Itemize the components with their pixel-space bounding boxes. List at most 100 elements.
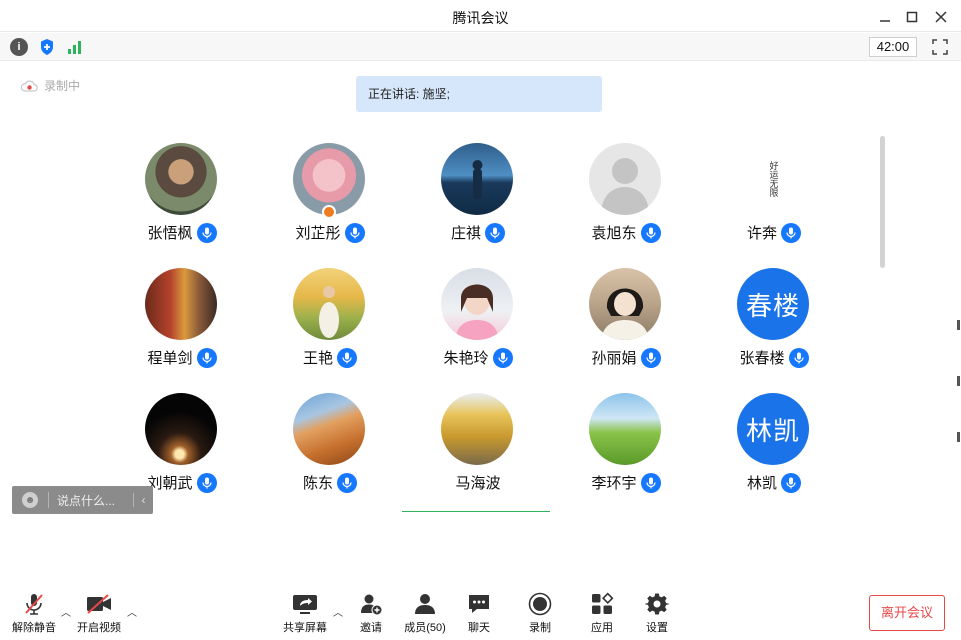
participant-avatar bbox=[145, 143, 217, 215]
participant-name: 李环宇 bbox=[591, 475, 637, 492]
settings-button[interactable]: 设置 bbox=[627, 592, 687, 636]
participant-avatar bbox=[441, 268, 513, 340]
microphone-icon bbox=[492, 347, 513, 368]
start-video-label: 开启视频 bbox=[77, 622, 121, 634]
participant-name: 许奔 bbox=[746, 225, 777, 242]
participant-tile[interactable]: 好运无限 许奔 bbox=[700, 138, 848, 258]
participant-tile[interactable]: 庄祺 bbox=[404, 138, 552, 258]
invite-user-icon bbox=[358, 592, 384, 616]
chat-placeholder: 说点什么... bbox=[57, 493, 116, 508]
window-edge-marks bbox=[957, 320, 961, 488]
participant-avatar bbox=[589, 393, 661, 465]
participant-tile[interactable]: 李环宇 bbox=[552, 388, 700, 508]
microphone-muted-icon bbox=[21, 592, 47, 616]
members-label: 成员(50) bbox=[404, 622, 446, 634]
microphone-icon bbox=[196, 222, 217, 243]
leave-meeting-button[interactable]: 离开会议 bbox=[869, 595, 945, 631]
microphone-icon bbox=[781, 222, 801, 243]
participant-name: 程单剑 bbox=[147, 350, 193, 367]
chat-button[interactable]: 聊天 bbox=[449, 592, 509, 636]
minimize-icon[interactable] bbox=[874, 6, 896, 28]
microphone-icon bbox=[337, 347, 357, 368]
participant-grid: 张悟枫 刘芷彤 庄祺 袁旭东 好运无限 许奔 程单剑 王艳 朱艳玲 孙丽娟 春楼… bbox=[108, 138, 848, 518]
info-icon[interactable]: i bbox=[10, 38, 28, 56]
participant-avatar bbox=[441, 143, 513, 215]
microphone-icon bbox=[196, 347, 217, 368]
share-screen-label: 共享屏幕 bbox=[283, 622, 327, 634]
video-off-icon bbox=[86, 592, 112, 616]
participant-scrollbar[interactable] bbox=[880, 136, 885, 268]
participant-name: 庄祺 bbox=[450, 225, 481, 242]
meeting-timer: 42:00 bbox=[869, 37, 917, 57]
participant-name: 孙丽娟 bbox=[591, 350, 637, 367]
microphone-icon bbox=[640, 347, 661, 368]
participant-name: 刘芷彤 bbox=[295, 225, 341, 242]
participant-avatar bbox=[293, 393, 365, 465]
active-speaker-banner: 正在讲话: 施坚; bbox=[356, 76, 602, 112]
window-title: 腾讯会议 bbox=[452, 10, 509, 26]
participant-tile[interactable]: 袁旭东 bbox=[552, 138, 700, 258]
participant-tile[interactable]: 陈东 bbox=[256, 388, 404, 508]
signal-strength-icon[interactable] bbox=[66, 38, 84, 56]
participant-name: 王艳 bbox=[302, 350, 333, 367]
apps-label: 应用 bbox=[591, 622, 613, 634]
participant-tile[interactable]: 程单剑 bbox=[108, 263, 256, 383]
share-screen-icon bbox=[292, 592, 318, 616]
microphone-icon bbox=[640, 472, 661, 493]
microphone-icon bbox=[788, 347, 809, 368]
unmute-button[interactable]: 解除静音 bbox=[4, 592, 64, 636]
microphone-icon bbox=[337, 472, 357, 493]
participant-avatar bbox=[589, 268, 661, 340]
chat-label: 聊天 bbox=[468, 622, 490, 634]
cloud-recording-icon bbox=[20, 80, 38, 92]
video-options-chevron-up-icon[interactable]: ︿ bbox=[126, 604, 138, 619]
participant-tile[interactable]: 春楼 张春楼 bbox=[700, 263, 848, 383]
record-label: 录制 bbox=[529, 622, 551, 634]
default-avatar-icon bbox=[589, 143, 661, 215]
emoji-icon[interactable]: ☻ bbox=[22, 492, 38, 508]
recording-indicator: 录制中 bbox=[20, 77, 80, 94]
participant-name: 袁旭东 bbox=[591, 225, 637, 242]
apps-button[interactable]: 应用 bbox=[572, 592, 632, 636]
apps-grid-icon bbox=[589, 592, 615, 616]
fullscreen-icon[interactable] bbox=[931, 38, 949, 56]
chat-input-box[interactable]: ☻ 说点什么... ‹ bbox=[12, 486, 153, 514]
settings-label: 设置 bbox=[646, 622, 668, 634]
participant-tile[interactable]: 朱艳玲 bbox=[404, 263, 552, 383]
participant-tile[interactable]: 林凯 林凯 bbox=[700, 388, 848, 508]
microphone-icon bbox=[196, 472, 217, 493]
microphone-icon bbox=[781, 472, 801, 493]
participant-avatar: 林凯 bbox=[737, 393, 809, 465]
bottom-toolbar: 解除静音 ︿ 开启视频 ︿ 共享屏幕 ︿ 邀请 成员(50) 聊天 录制 应用 … bbox=[0, 584, 961, 640]
collapse-chevron-icon[interactable]: ‹ bbox=[133, 493, 153, 507]
divider bbox=[48, 492, 49, 508]
recording-label: 录制中 bbox=[44, 79, 81, 93]
security-shield-icon[interactable] bbox=[38, 38, 56, 56]
participant-avatar bbox=[145, 393, 217, 465]
participant-name: 陈东 bbox=[302, 475, 333, 492]
host-badge-icon bbox=[322, 205, 336, 219]
participant-name: 林凯 bbox=[746, 475, 777, 492]
record-icon bbox=[527, 592, 553, 616]
share-screen-button[interactable]: 共享屏幕 bbox=[275, 592, 335, 636]
chat-bubble-icon bbox=[466, 592, 492, 616]
invite-button[interactable]: 邀请 bbox=[341, 592, 401, 636]
info-bar: i 42:00 bbox=[0, 33, 961, 61]
participant-tile[interactable]: 刘芷彤 bbox=[256, 138, 404, 258]
participant-name: 朱艳玲 bbox=[443, 350, 489, 367]
participant-name: 刘朝武 bbox=[147, 475, 193, 492]
maximize-icon[interactable] bbox=[901, 6, 923, 28]
participant-tile[interactable]: 马海波 bbox=[404, 388, 552, 508]
start-video-button[interactable]: 开启视频 bbox=[69, 592, 129, 636]
participant-avatar bbox=[441, 393, 513, 465]
close-icon[interactable] bbox=[930, 6, 952, 28]
participant-name: 马海波 bbox=[455, 475, 501, 492]
invite-label: 邀请 bbox=[360, 622, 382, 634]
participant-avatar bbox=[293, 268, 365, 340]
members-button[interactable]: 成员(50) bbox=[395, 592, 455, 636]
participant-avatar: 春楼 bbox=[737, 268, 809, 340]
participant-tile[interactable]: 王艳 bbox=[256, 263, 404, 383]
participant-tile[interactable]: 张悟枫 bbox=[108, 138, 256, 258]
participant-tile[interactable]: 孙丽娟 bbox=[552, 263, 700, 383]
record-button[interactable]: 录制 bbox=[510, 592, 570, 636]
